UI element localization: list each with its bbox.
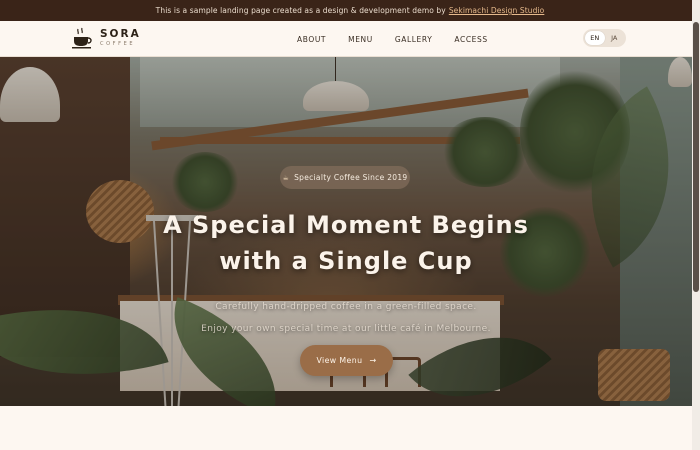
coffee-cup-icon — [71, 27, 94, 49]
hero-badge: ☕ Specialty Coffee Since 2019 — [280, 166, 410, 189]
scrollbar[interactable] — [692, 0, 700, 450]
scrollbar-thumb[interactable] — [693, 22, 699, 292]
brand-name: SORA — [100, 28, 141, 41]
lang-ja-button[interactable]: JA — [605, 31, 625, 45]
hero-headline: A Special Moment Begins with a Single Cu… — [100, 207, 592, 279]
landing-page: This is a sample landing page created as… — [0, 0, 700, 450]
headline-line-2: with a Single Cup — [219, 247, 473, 275]
badge-text: Specialty Coffee Since 2019 — [294, 173, 408, 182]
nav-about[interactable]: ABOUT — [297, 35, 326, 44]
logo[interactable]: SORA COFFEE — [71, 27, 141, 49]
nav-access[interactable]: ACCESS — [454, 35, 487, 44]
cta-label: View Menu — [316, 356, 363, 365]
subtitle-line-2: Enjoy your own special time at our littl… — [201, 324, 491, 334]
arrow-right-icon: → — [369, 356, 377, 365]
announcement-text: This is a sample landing page created as… — [155, 6, 446, 15]
logo-text: SORA COFFEE — [100, 29, 141, 47]
view-menu-button[interactable]: View Menu → — [300, 345, 393, 376]
main-nav: ABOUT MENU GALLERY ACCESS — [297, 21, 488, 57]
brand-subtitle: COFFEE — [100, 40, 136, 47]
site-header: SORA COFFEE ABOUT MENU GALLERY ACCESS EN… — [0, 21, 700, 57]
hero-subtitle: Carefully hand-dripped coffee in a green… — [150, 296, 542, 340]
subtitle-line-1: Carefully hand-dripped coffee in a green… — [215, 302, 477, 312]
studio-link[interactable]: Sekimachi Design Studio — [449, 6, 545, 15]
announcement-bar: This is a sample landing page created as… — [0, 0, 700, 21]
headline-line-1: A Special Moment Begins — [163, 211, 529, 239]
language-toggle: EN JA — [583, 29, 626, 47]
lang-en-button[interactable]: EN — [585, 31, 605, 45]
next-section — [0, 406, 692, 450]
nav-gallery[interactable]: GALLERY — [395, 35, 433, 44]
coffee-bean-icon: ☕ — [282, 173, 290, 182]
nav-menu[interactable]: MENU — [348, 35, 373, 44]
hero-section: ☕ Specialty Coffee Since 2019 A Special … — [0, 57, 692, 406]
